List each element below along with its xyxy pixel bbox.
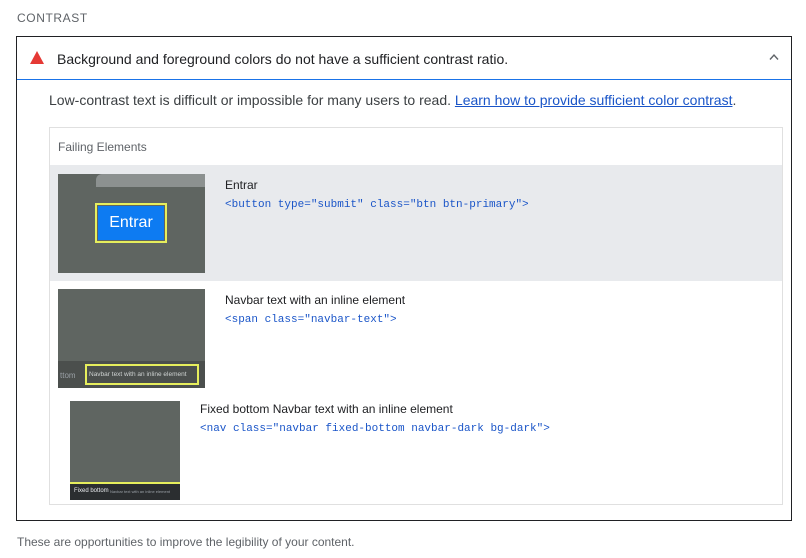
failing-elements-table: Failing Elements Entrar Entrar <button t… [49,127,783,505]
element-screenshot: Fixed bottom Navbar text with an inline … [70,401,180,500]
table-row: Entrar Entrar <button type="submit" clas… [50,165,782,281]
node-label: Entrar [225,178,258,192]
thumb-navbar-text: Navbar text with an inline element [89,371,187,378]
chevron-up-icon[interactable] [769,53,779,61]
description-text: Low-contrast text is difficult or imposs… [49,92,455,108]
thumb-brand-text: Fixed bottom [74,488,109,494]
thumb-button-text: Entrar [98,206,164,240]
node-snippet: <span class="navbar-text"> [225,314,397,326]
node-label: Navbar text with an inline element [225,293,406,307]
thumb-left-text: ttom [60,371,76,380]
section-title: CONTRAST [17,11,88,25]
audit-description: Low-contrast text is difficult or imposs… [49,92,736,108]
thumb-navbar-text: Navbar text with an inline element [110,489,171,494]
table-row: Fixed bottom Navbar text with an inline … [50,391,782,505]
contrast-audit: Background and foreground colors do not … [16,36,792,521]
audit-header[interactable]: Background and foreground colors do not … [17,37,791,80]
node-label: Fixed bottom Navbar text with an inline … [200,402,453,416]
table-row: ttom Navbar text with an inline element … [50,281,782,391]
element-screenshot: ttom Navbar text with an inline element [58,289,205,388]
warning-triangle-icon [30,51,44,64]
table-header: Failing Elements [58,140,147,154]
element-screenshot: Entrar [58,174,205,273]
node-snippet: <nav class="navbar fixed-bottom navbar-d… [200,423,550,435]
audit-title: Background and foreground colors do not … [57,51,509,67]
learn-more-link[interactable]: Learn how to provide sufficient color co… [455,92,733,108]
node-snippet: <button type="submit" class="btn btn-pri… [225,199,529,211]
footer-note: These are opportunities to improve the l… [17,535,355,549]
description-end: . [732,92,737,108]
